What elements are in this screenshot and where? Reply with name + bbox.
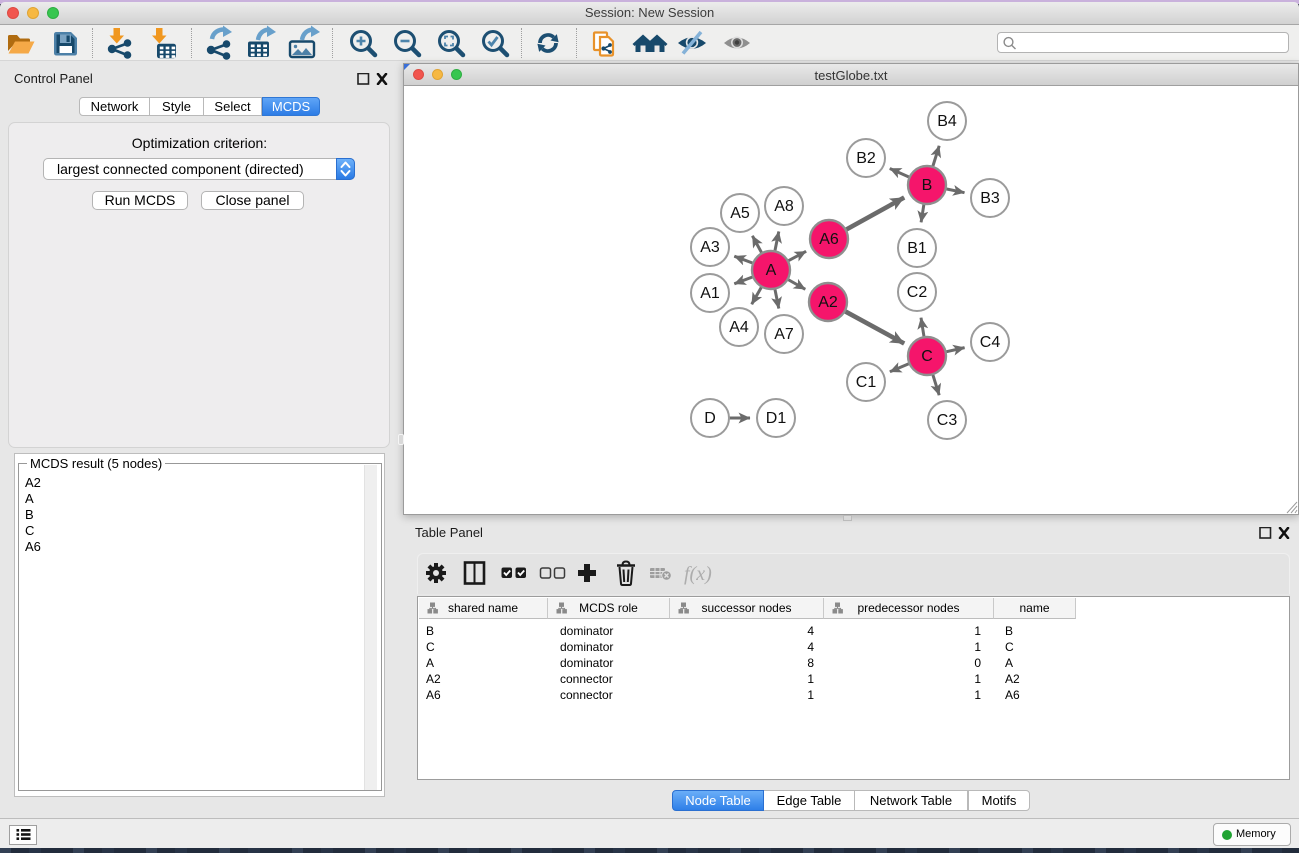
svg-text:C2: C2 — [907, 284, 928, 301]
svg-text:A1: A1 — [700, 285, 720, 302]
svg-text:D1: D1 — [766, 410, 787, 427]
svg-text:B: B — [922, 177, 933, 194]
svg-text:B1: B1 — [907, 240, 927, 257]
svg-text:A: A — [766, 262, 777, 279]
svg-text:A4: A4 — [729, 319, 749, 336]
svg-text:A3: A3 — [700, 239, 720, 256]
svg-text:A8: A8 — [774, 198, 794, 215]
svg-text:B2: B2 — [856, 150, 876, 167]
svg-text:A7: A7 — [774, 326, 794, 343]
svg-text:f(x): f(x) — [684, 563, 712, 585]
svg-text:B3: B3 — [980, 190, 1000, 207]
svg-text:A5: A5 — [730, 205, 750, 222]
svg-text:A2: A2 — [818, 294, 838, 311]
svg-text:A6: A6 — [819, 231, 839, 248]
svg-text:B4: B4 — [937, 113, 957, 130]
svg-text:C3: C3 — [937, 412, 958, 429]
svg-text:C: C — [921, 348, 933, 365]
svg-text:D: D — [704, 410, 716, 427]
svg-text:C1: C1 — [856, 374, 877, 391]
svg-text:C4: C4 — [980, 334, 1001, 351]
